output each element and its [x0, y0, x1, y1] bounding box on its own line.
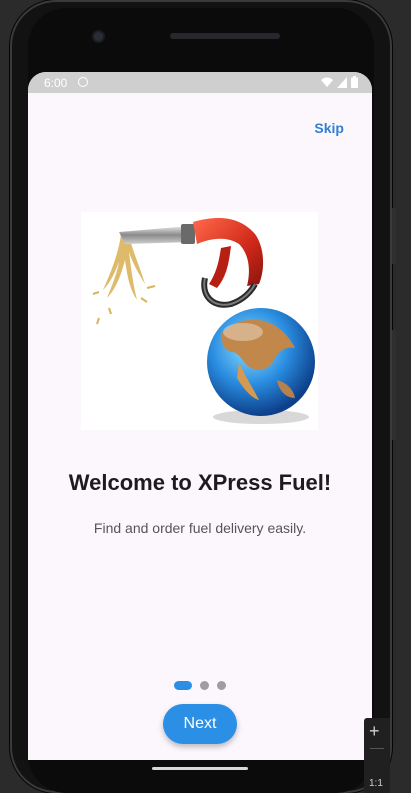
welcome-title: Welcome to XPress Fuel!: [68, 470, 332, 495]
battery-icon: [351, 76, 358, 88]
earpiece-speaker: [170, 33, 280, 39]
front-camera: [94, 32, 103, 41]
status-time: 6:00: [44, 76, 68, 90]
page-dot: [200, 680, 209, 690]
skip-button[interactable]: Skip: [314, 120, 344, 136]
status-bar: 6:00: [28, 72, 372, 93]
wifi-icon: [321, 77, 333, 87]
welcome-subtitle: Find and order fuel delivery easily.: [93, 520, 307, 536]
volume-button[interactable]: [392, 330, 396, 440]
cellular-icon: [337, 76, 347, 88]
power-button[interactable]: [392, 208, 396, 264]
zoom-in-button[interactable]: +: [369, 721, 380, 742]
notification-icon: [78, 77, 88, 87]
fuel-globe-illustration: [81, 212, 318, 430]
app-screen: 6:00 Skip Welcome to XPress Fuel! Find a…: [28, 72, 372, 760]
fuel-pump-globe-icon: [92, 218, 315, 424]
home-gesture-bar[interactable]: [152, 767, 248, 770]
next-button[interactable]: Next: [163, 704, 237, 744]
status-icons: [321, 76, 358, 88]
page-dot-active: [174, 680, 192, 690]
page-indicator: [174, 680, 226, 690]
zoom-out-button[interactable]: [370, 748, 384, 749]
emulator-zoom-panel: + 1:1: [364, 718, 390, 793]
actual-size-button[interactable]: 1:1: [369, 778, 383, 789]
page-dot: [217, 680, 226, 690]
